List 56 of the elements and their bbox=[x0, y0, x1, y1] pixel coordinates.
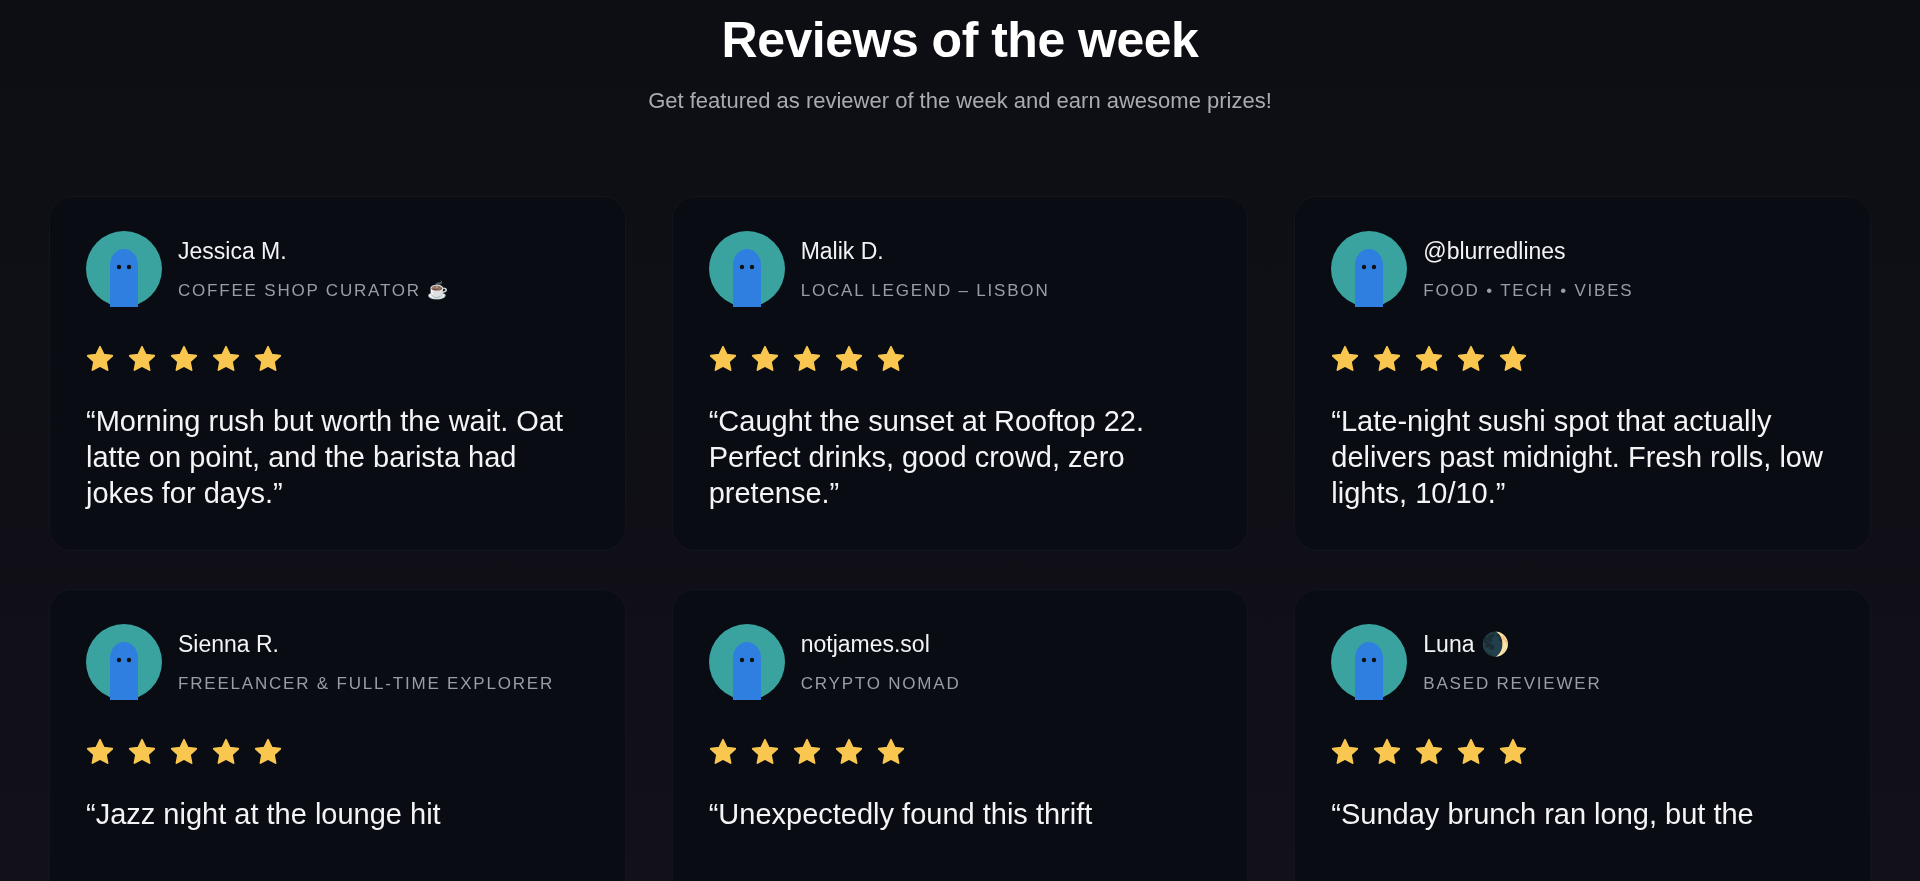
star-icon bbox=[834, 737, 863, 766]
reviewer-name: notjames.sol bbox=[800, 629, 931, 659]
star-icon bbox=[254, 737, 282, 766]
avatar-icon bbox=[1331, 623, 1408, 700]
star-icon bbox=[170, 737, 198, 766]
avatar-icon bbox=[708, 230, 785, 307]
star-icon bbox=[708, 344, 737, 373]
review-quote: “Jazz night at the lounge hit bbox=[86, 796, 442, 832]
star-icon bbox=[876, 344, 905, 373]
star-icon bbox=[1457, 344, 1486, 373]
star-icon bbox=[792, 344, 821, 373]
star-icon bbox=[1457, 737, 1486, 766]
review-quote: “Late-night sushi spot that actually delivers past midnight. Fresh rolls, low lights, 10/10.” bbox=[1331, 403, 1824, 511]
reviewer-name: Luna 🌒 bbox=[1423, 629, 1511, 659]
avatar-icon bbox=[86, 623, 162, 700]
star-icon bbox=[212, 344, 240, 373]
star-icon bbox=[128, 737, 156, 766]
star-icon bbox=[1373, 344, 1402, 373]
reviewer-tagline: FOOD • TECH • VIBES bbox=[1423, 280, 1634, 302]
star-icon bbox=[1373, 737, 1402, 766]
page-title: Reviews of the week bbox=[720, 12, 1200, 70]
avatar-icon bbox=[1331, 230, 1408, 307]
reviewer-tagline: BASED REVIEWER bbox=[1423, 673, 1602, 695]
reviewer-tagline: CRYPTO NOMAD bbox=[800, 673, 961, 695]
star-icon bbox=[1499, 344, 1528, 373]
reviewer-name: Sienna R. bbox=[178, 629, 280, 659]
review-quote: “Caught the sunset at Rooftop 22. Perfect drinks, good crowd, zero pretense.” bbox=[708, 403, 1145, 511]
review-quote: “Morning rush but worth the wait. Oat latte on point, and the barista had jokes for days.” bbox=[86, 403, 565, 511]
reviewer-tagline: LOCAL LEGEND – LISBON bbox=[800, 280, 1050, 302]
reviewer-name: @blurredlines bbox=[1423, 236, 1567, 266]
avatar-icon bbox=[86, 230, 162, 307]
star-icon bbox=[834, 344, 863, 373]
star-icon bbox=[750, 737, 779, 766]
reviewer-name: Malik D. bbox=[800, 236, 885, 266]
star-icon bbox=[750, 344, 779, 373]
star-icon bbox=[254, 344, 282, 373]
page-subtitle: Get featured as reviewer of the week and earn awesome prizes! bbox=[647, 86, 1273, 115]
star-icon bbox=[708, 737, 737, 766]
review-quote: “Sunday brunch ran long, but the bbox=[1331, 796, 1755, 832]
star-icon bbox=[1331, 344, 1360, 373]
star-icon bbox=[212, 737, 240, 766]
star-icon bbox=[86, 737, 114, 766]
reviewer-name: Jessica M. bbox=[178, 236, 288, 266]
star-icon bbox=[1499, 737, 1528, 766]
star-icon bbox=[1331, 737, 1360, 766]
reviewer-tagline: COFFEE SHOP CURATOR ☕ bbox=[178, 280, 451, 302]
star-icon bbox=[876, 737, 905, 766]
star-icon bbox=[170, 344, 198, 373]
star-icon bbox=[1415, 344, 1444, 373]
star-icon bbox=[128, 344, 156, 373]
avatar-icon bbox=[708, 623, 785, 700]
star-icon bbox=[86, 344, 114, 373]
reviewer-tagline: FREELANCER & FULL-TIME EXPLORER bbox=[178, 673, 555, 695]
star-icon bbox=[792, 737, 821, 766]
star-icon bbox=[1415, 737, 1444, 766]
review-quote: “Unexpectedly found this thrift bbox=[708, 796, 1094, 832]
